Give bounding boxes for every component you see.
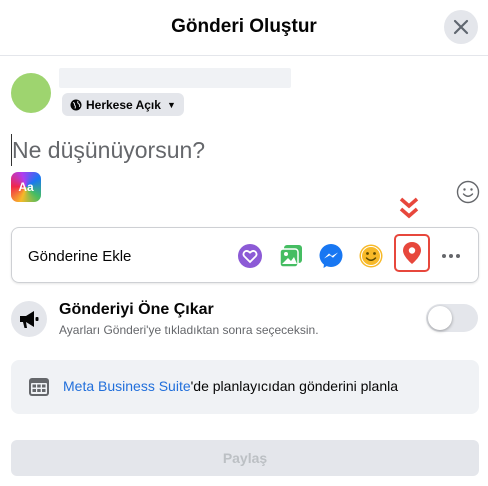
- feeling-button[interactable]: [357, 242, 385, 270]
- photo-video-icon: [279, 245, 302, 268]
- avatar: [11, 73, 51, 113]
- business-suite-box: Meta Business Suite'de planlayıcıdan gön…: [11, 360, 479, 414]
- toggle-knob: [428, 306, 452, 330]
- messenger-icon: [319, 244, 343, 268]
- author-name-placeholder: [59, 68, 291, 88]
- business-suite-text: Meta Business Suite'de planlayıcıdan gön…: [63, 378, 398, 394]
- caret-down-icon: ▼: [166, 99, 176, 110]
- messenger-button[interactable]: [317, 242, 345, 270]
- post-text-input[interactable]: [11, 134, 311, 166]
- privacy-label: Herkese Açık: [86, 97, 161, 112]
- globe-icon: [70, 99, 82, 110]
- promote-title: Gönderiyi Öne Çıkar: [59, 301, 214, 318]
- location-button[interactable]: [394, 234, 430, 272]
- promote-toggle[interactable]: [426, 304, 478, 332]
- promote-icon-wrap: [11, 301, 47, 337]
- close-button[interactable]: [444, 10, 478, 44]
- more-options-button[interactable]: [437, 242, 465, 270]
- dialog-title: Gönderi Oluştur: [171, 16, 317, 37]
- more-icon: [442, 254, 460, 258]
- add-to-post-label: Gönderine Ekle: [28, 248, 132, 265]
- text-format-label: Aa: [18, 180, 34, 194]
- add-to-post-box: Gönderine Ekle: [11, 227, 479, 283]
- location-icon: [403, 242, 421, 264]
- double-chevron-down-icon: [399, 197, 419, 219]
- business-suite-link[interactable]: Meta Business Suite: [63, 378, 191, 394]
- close-icon: [453, 19, 469, 35]
- emoji-icon[interactable]: [456, 180, 480, 204]
- feeling-icon: [359, 244, 383, 268]
- business-suite-rest: 'de planlayıcıdan gönderini planla: [190, 378, 399, 394]
- heart-pinwheel-icon: [238, 244, 262, 268]
- photo-video-button[interactable]: [277, 242, 305, 270]
- privacy-selector[interactable]: Herkese Açık ▼: [62, 93, 184, 116]
- share-button[interactable]: Paylaş: [11, 440, 479, 476]
- promote-subtitle: Ayarları Gönderi'ye tıkladıktan sonra se…: [59, 323, 319, 337]
- text-background-button[interactable]: Aa: [11, 172, 41, 202]
- calendar-icon: [29, 378, 49, 396]
- heart-pinwheel-button[interactable]: [236, 242, 264, 270]
- dialog-header: Gönderi Oluştur: [0, 0, 488, 56]
- megaphone-icon: [20, 311, 39, 328]
